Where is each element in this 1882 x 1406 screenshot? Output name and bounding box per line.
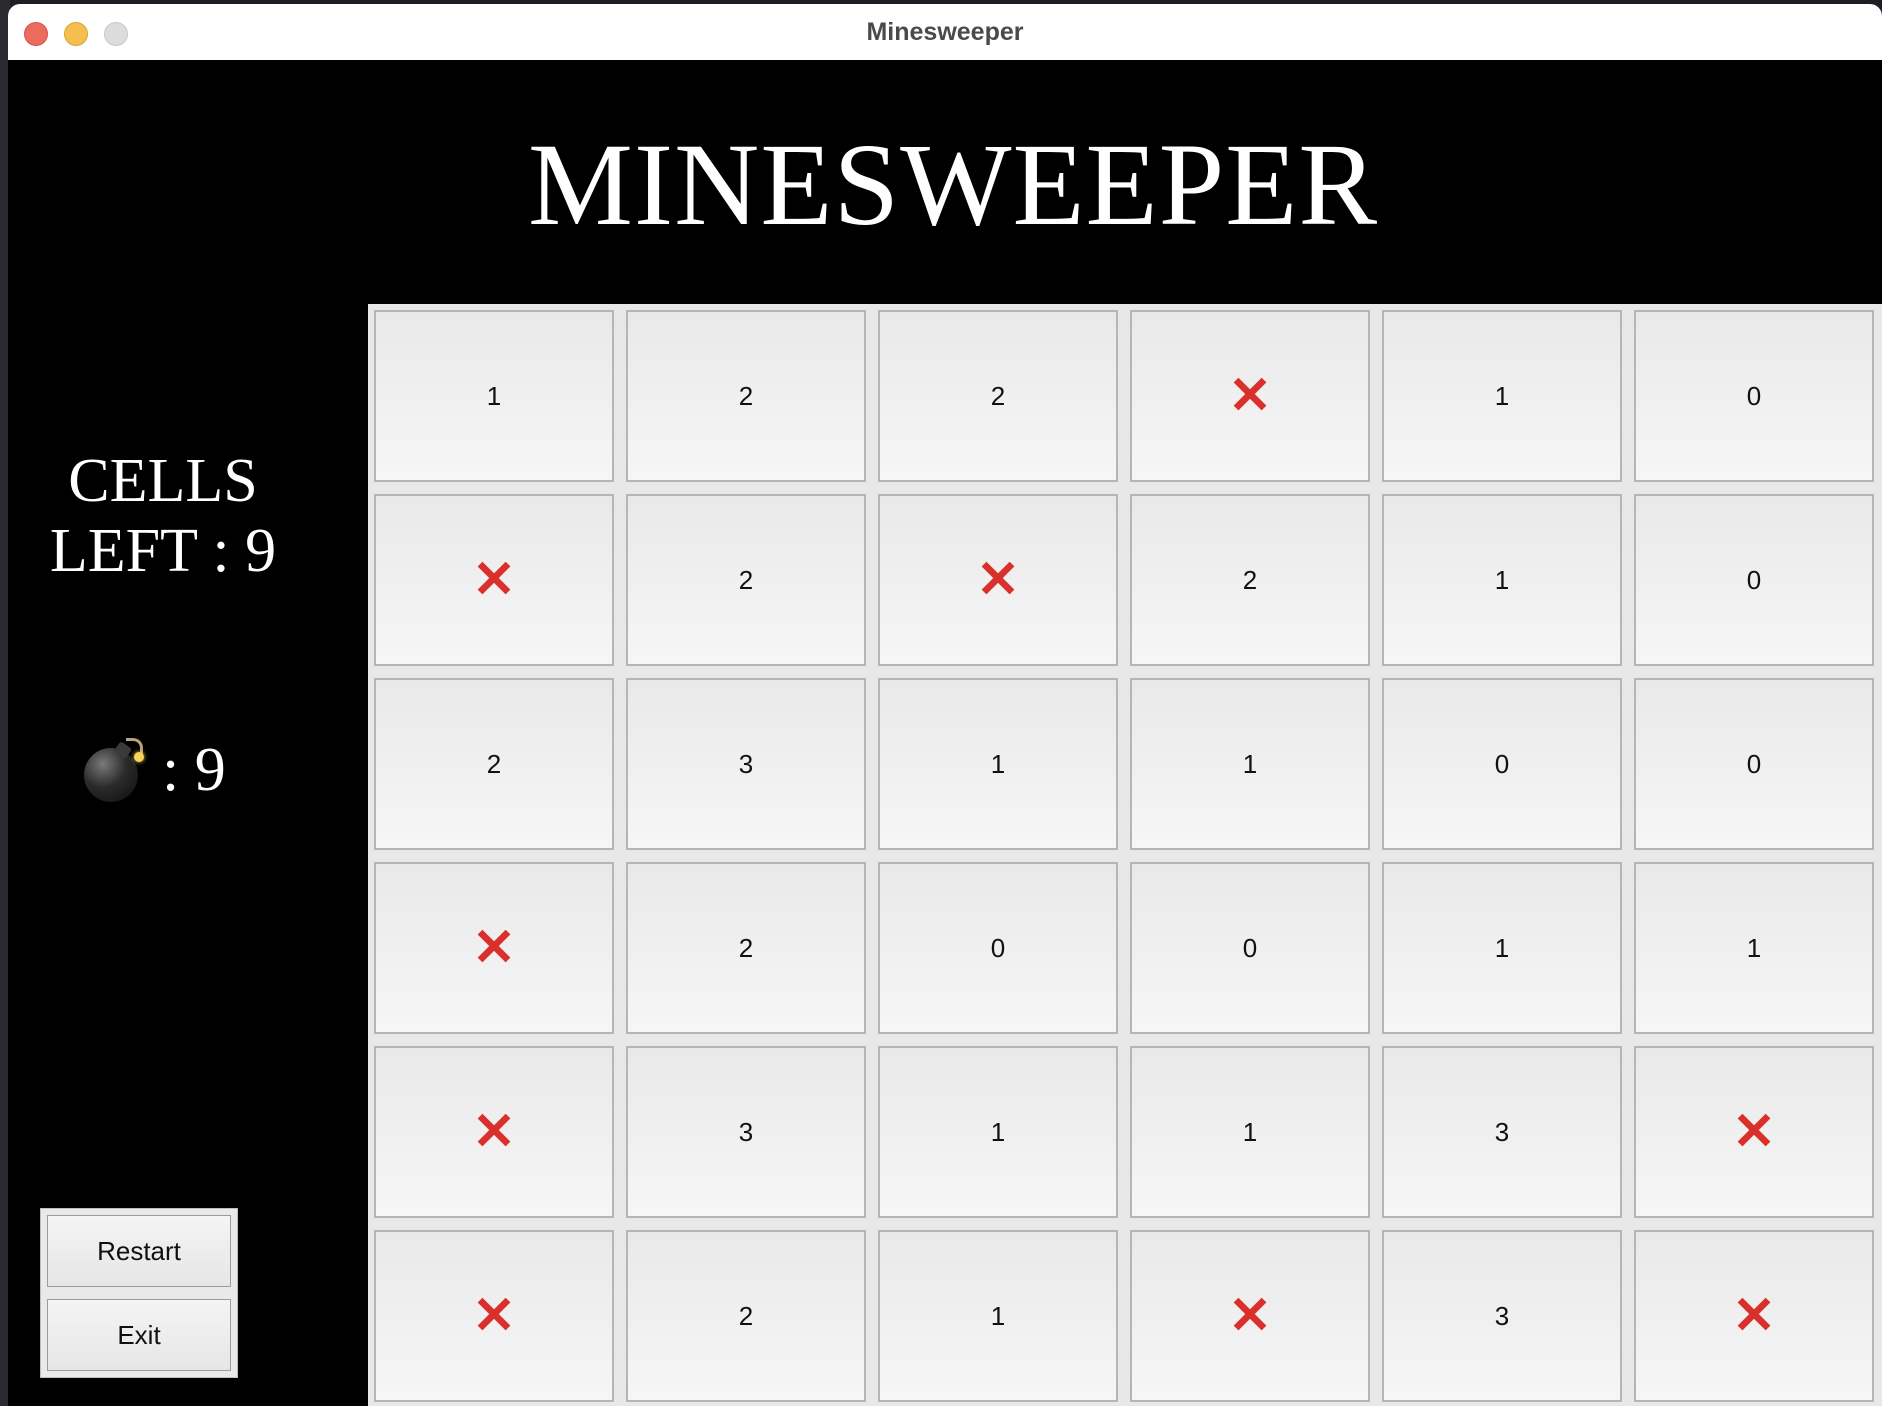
board-cell[interactable]: 1 xyxy=(1130,678,1370,850)
game-content: MINESWEEPER CELLS LEFT : 9 : 9 Restart E… xyxy=(8,60,1882,1406)
bomb-icon xyxy=(82,738,144,802)
board-cell[interactable]: 0 xyxy=(1382,678,1622,850)
mine-cell[interactable]: ✕ xyxy=(374,494,614,666)
board-cell[interactable]: 1 xyxy=(1634,862,1874,1034)
cells-left-label-line1: CELLS xyxy=(68,447,258,515)
board-cell[interactable]: 0 xyxy=(1130,862,1370,1034)
mine-cell[interactable]: ✕ xyxy=(878,494,1118,666)
board-cell[interactable]: 0 xyxy=(878,862,1118,1034)
board-cell[interactable]: 2 xyxy=(374,678,614,850)
exit-button[interactable]: Exit xyxy=(47,1299,231,1371)
mine-cell[interactable]: ✕ xyxy=(1130,1230,1370,1402)
cells-left-label-line2: LEFT : 9 xyxy=(49,517,277,585)
game-board: 1 2 2 ✕ 1 0 ✕ 2 ✕ 2 1 0 2 3 1 1 0 0 ✕ 2 0 0 1 1 ✕ 3 1 1 3 ✕ ✕ 2 1 ✕ 3 ✕ xyxy=(368,304,1882,1406)
restart-button[interactable]: Restart xyxy=(47,1215,231,1287)
board-cell[interactable]: 2 xyxy=(626,862,866,1034)
mine-cell[interactable]: ✕ xyxy=(374,1230,614,1402)
board-cell[interactable]: 2 xyxy=(626,494,866,666)
board-cell[interactable]: 1 xyxy=(1382,310,1622,482)
mine-counter: : 9 xyxy=(82,730,226,810)
board-cell[interactable]: 0 xyxy=(1634,678,1874,850)
mine-cell[interactable]: ✕ xyxy=(374,862,614,1034)
app-window: Minesweeper MINESWEEPER CELLS LEFT : 9 :… xyxy=(8,4,1882,1406)
board-cell[interactable]: 1 xyxy=(878,678,1118,850)
board-cell[interactable]: 1 xyxy=(374,310,614,482)
board-cell[interactable]: 3 xyxy=(1382,1046,1622,1218)
board-cell[interactable]: 1 xyxy=(1382,862,1622,1034)
board-cell[interactable]: 2 xyxy=(1130,494,1370,666)
board-cell[interactable]: 1 xyxy=(1130,1046,1370,1218)
board-cell[interactable]: 0 xyxy=(1634,310,1874,482)
mine-cell[interactable]: ✕ xyxy=(374,1046,614,1218)
board-cell[interactable]: 1 xyxy=(878,1230,1118,1402)
board-cell[interactable]: 0 xyxy=(1634,494,1874,666)
board-cell[interactable]: 2 xyxy=(626,310,866,482)
board-cell[interactable]: 3 xyxy=(626,1046,866,1218)
mine-cell[interactable]: ✕ xyxy=(1130,310,1370,482)
board-cell[interactable]: 3 xyxy=(626,678,866,850)
board-cell[interactable]: 3 xyxy=(1382,1230,1622,1402)
game-heading: MINESWEEPER xyxy=(527,119,1379,250)
board-cell[interactable]: 2 xyxy=(878,310,1118,482)
board-cell[interactable]: 1 xyxy=(1382,494,1622,666)
window-title: Minesweeper xyxy=(866,18,1024,46)
board-cell[interactable]: 2 xyxy=(626,1230,866,1402)
control-panel: Restart Exit xyxy=(40,1208,238,1378)
cells-left-counter: CELLS LEFT : 9 xyxy=(8,446,318,586)
title-bar[interactable]: Minesweeper xyxy=(8,4,1882,61)
mine-cell[interactable]: ✕ xyxy=(1634,1046,1874,1218)
board-cell[interactable]: 1 xyxy=(878,1046,1118,1218)
mine-count-label: : 9 xyxy=(162,735,226,804)
mine-cell[interactable]: ✕ xyxy=(1634,1230,1874,1402)
